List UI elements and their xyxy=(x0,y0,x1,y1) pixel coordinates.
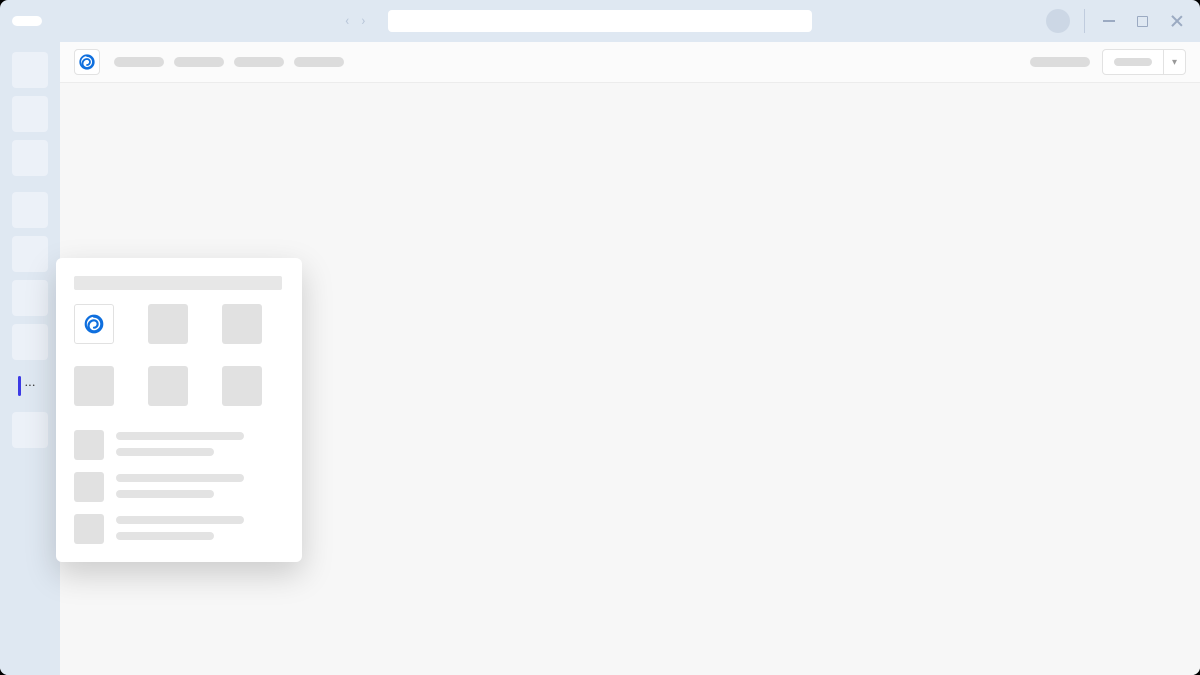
select-placeholder xyxy=(1114,58,1152,66)
select-value xyxy=(1103,58,1163,66)
app-tile-4[interactable] xyxy=(74,366,114,406)
sidebar-item-3[interactable] xyxy=(12,140,48,176)
list-item[interactable] xyxy=(74,430,284,460)
nav-link-1[interactable] xyxy=(114,57,164,67)
app-tile-2[interactable] xyxy=(148,304,188,344)
sidebar-item-4[interactable] xyxy=(12,192,48,228)
header-action-link[interactable] xyxy=(1030,57,1090,67)
header-nav xyxy=(114,57,344,67)
app-tile-5[interactable] xyxy=(148,366,188,406)
chevron-down-icon: ▾ xyxy=(1163,50,1185,74)
recent-list xyxy=(74,430,284,544)
list-title xyxy=(116,474,244,482)
nav-link-2[interactable] xyxy=(174,57,224,67)
list-item[interactable] xyxy=(74,514,284,544)
profile-avatar[interactable] xyxy=(1046,9,1070,33)
sidebar-item-6[interactable] xyxy=(12,280,48,316)
close-button[interactable] xyxy=(1170,14,1184,28)
list-subtitle xyxy=(116,532,214,540)
list-thumb xyxy=(74,430,104,460)
list-text xyxy=(116,430,244,456)
sidebar-item-8[interactable] xyxy=(12,412,48,448)
apps-popover xyxy=(56,258,302,562)
maximize-button[interactable] xyxy=(1137,16,1148,27)
spiral-icon xyxy=(83,313,105,335)
popover-heading xyxy=(74,276,282,290)
back-button[interactable]: ‹ xyxy=(345,13,349,29)
app-logo[interactable] xyxy=(74,49,100,75)
list-title xyxy=(116,432,244,440)
window-controls xyxy=(1103,14,1184,28)
app-window: ‹ › ··· xyxy=(0,0,1200,675)
list-text xyxy=(116,472,244,498)
sidebar-item-2[interactable] xyxy=(12,96,48,132)
more-icon: ··· xyxy=(25,378,36,394)
active-indicator xyxy=(18,376,21,396)
list-title xyxy=(116,516,244,524)
nav-link-4[interactable] xyxy=(294,57,344,67)
nav-link-3[interactable] xyxy=(234,57,284,67)
header-select[interactable]: ▾ xyxy=(1102,49,1186,75)
sidebar-more-button[interactable]: ··· xyxy=(12,368,48,404)
spiral-icon xyxy=(78,53,96,71)
list-thumb xyxy=(74,472,104,502)
history-nav: ‹ › xyxy=(345,13,365,29)
app-tile-6[interactable] xyxy=(222,366,262,406)
app-tile-3[interactable] xyxy=(222,304,262,344)
app-grid xyxy=(74,304,284,406)
app-tile-1[interactable] xyxy=(74,304,114,344)
window-titlebar: ‹ › xyxy=(0,0,1200,42)
list-subtitle xyxy=(116,448,214,456)
titlebar-divider xyxy=(1084,9,1085,33)
address-bar[interactable] xyxy=(388,10,812,32)
window-traffic-lights[interactable] xyxy=(12,16,42,26)
minimize-button[interactable] xyxy=(1103,20,1115,22)
sidebar-item-5[interactable] xyxy=(12,236,48,272)
sidebar-item-1[interactable] xyxy=(12,52,48,88)
list-thumb xyxy=(74,514,104,544)
list-subtitle xyxy=(116,490,214,498)
header-actions: ▾ xyxy=(1030,49,1186,75)
left-sidebar: ··· xyxy=(0,42,60,675)
forward-button[interactable]: › xyxy=(361,13,365,29)
list-text xyxy=(116,514,244,540)
list-item[interactable] xyxy=(74,472,284,502)
sidebar-item-7[interactable] xyxy=(12,324,48,360)
app-header: ▾ xyxy=(60,42,1200,83)
